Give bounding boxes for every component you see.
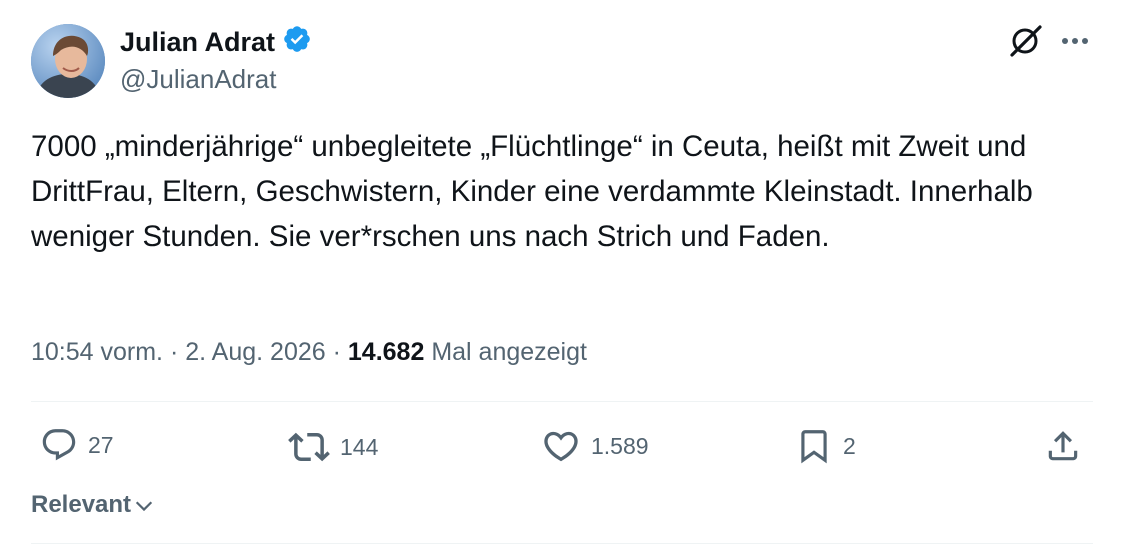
grok-button[interactable]: [1006, 22, 1044, 60]
grok-icon: [1010, 25, 1042, 57]
bookmark-button[interactable]: 2: [795, 426, 856, 466]
author-handle[interactable]: @JulianAdrat: [120, 62, 276, 96]
bookmark-count: 2: [843, 432, 856, 459]
tweet-meta: 10:54 vorm. · 2. Aug. 2026 · 14.682 Mal …: [31, 334, 587, 370]
tweet-date[interactable]: 2. Aug. 2026: [185, 338, 325, 366]
views-count: 14.682: [347, 338, 425, 366]
reply-button[interactable]: 27: [40, 426, 114, 464]
more-icon: [1062, 38, 1088, 44]
avatar-image: [31, 24, 105, 98]
author-name-row: Julian Adrat: [120, 24, 312, 59]
more-button[interactable]: [1057, 25, 1093, 57]
divider: [31, 401, 1093, 402]
repost-button[interactable]: 144: [288, 426, 378, 468]
verified-badge-icon[interactable]: [282, 24, 312, 59]
chevron-down-icon: [135, 501, 153, 512]
meta-separator: ·: [169, 338, 179, 366]
repost-count: 144: [340, 433, 379, 460]
sort-label: Relevant: [31, 491, 132, 518]
reply-count: 27: [88, 431, 114, 458]
tweet-time[interactable]: 10:54 vorm.: [31, 338, 163, 366]
repost-icon: [288, 432, 330, 462]
reply-icon: [42, 429, 76, 461]
meta-separator: ·: [332, 338, 341, 366]
share-button[interactable]: [1044, 426, 1082, 466]
like-count: 1.589: [591, 432, 649, 459]
like-button[interactable]: 1.589: [541, 426, 649, 466]
views-label: Mal angezeigt: [431, 338, 587, 366]
author-name[interactable]: Julian Adrat: [120, 25, 275, 59]
avatar[interactable]: [31, 24, 105, 98]
tweet-text: 7000 „minderjährige“ unbegleitete „Flüch…: [31, 130, 1033, 253]
divider: [31, 543, 1093, 544]
heart-icon: [544, 431, 578, 462]
bookmark-icon: [801, 430, 827, 464]
share-icon: [1048, 431, 1078, 461]
sort-dropdown[interactable]: Relevant: [31, 488, 155, 522]
